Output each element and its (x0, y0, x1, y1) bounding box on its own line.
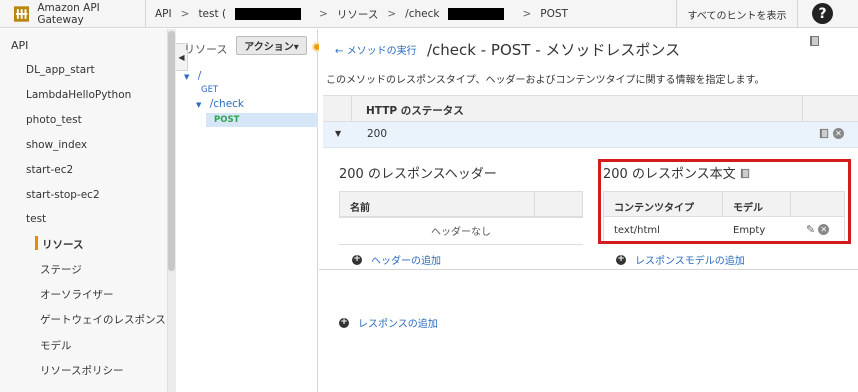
nav-api-item[interactable]: DL_app_start (26, 64, 95, 76)
nav-api-item[interactable]: start-ec2 (26, 164, 73, 176)
nav-sub-gateway-responses[interactable]: ゲートウェイのレスポンス (40, 312, 166, 327)
breadcrumb-post[interactable]: POST (540, 8, 568, 20)
breadcrumb-check-label: /check (405, 8, 440, 20)
api-gateway-logo-icon (14, 6, 30, 22)
back-link-label: メソッドの実行 (346, 46, 417, 57)
breadcrumb-separator: > (522, 8, 532, 20)
nav-api-item[interactable]: show_index (26, 139, 87, 151)
plus-icon: + (616, 254, 626, 265)
help-icon[interactable]: ? (812, 3, 833, 24)
caret-down-icon[interactable]: ▼ (335, 129, 341, 138)
documentation-book-icon[interactable] (809, 35, 821, 47)
add-response-link[interactable]: + レスポンスの追加 (339, 315, 438, 330)
nav-sub-stages[interactable]: ステージ (40, 262, 82, 277)
column-divider (802, 96, 803, 123)
delete-icon[interactable]: ✕ (833, 128, 844, 139)
breadcrumb-test[interactable]: test ( (198, 8, 310, 20)
page-description: このメソッドのレスポンスタイプ、ヘッダーおよびコンテンツタイプに関する情報を指定… (326, 75, 765, 86)
column-http-status: HTTP のステータス (366, 105, 464, 117)
plus-icon: + (339, 317, 349, 328)
left-navigation: API DL_app_start LambdaHelloPython photo… (0, 29, 168, 392)
row-divider (339, 244, 583, 245)
resource-tree-title: リソース (184, 43, 228, 56)
status-row-200[interactable]: ▼ 200 ✕ (323, 122, 858, 148)
no-headers-text: ヘッダーなし (431, 227, 491, 238)
caret-down-icon: ▼ (184, 73, 190, 81)
caret-down-icon: ▼ (196, 101, 202, 109)
top-bar: Amazon API Gateway API > test ( > リソース >… (0, 0, 858, 28)
tree-node-check[interactable]: ▼ /check (196, 98, 244, 110)
section-divider (319, 269, 858, 270)
nav-api-item[interactable]: LambdaHelloPython (26, 89, 131, 101)
response-headers-title: 200 のレスポンスヘッダー (339, 167, 497, 182)
breadcrumb-separator: > (180, 8, 190, 20)
breadcrumb-check[interactable]: /check (405, 8, 513, 20)
tree-node-root[interactable]: ▼ / (184, 70, 201, 82)
tree-method-post[interactable]: POST (214, 115, 239, 125)
redacted-block (235, 8, 302, 20)
row-actions: ✕ (819, 128, 844, 139)
show-hints-button[interactable]: すべてのヒントを表示 (676, 0, 798, 28)
add-response-model-link[interactable]: + レスポンスモデルの追加 (616, 252, 745, 267)
arrow-left-icon: ← (335, 46, 344, 57)
actions-dropdown[interactable]: アクション▾ (236, 36, 307, 55)
nav-sub-resource-policy[interactable]: リソースポリシー (40, 363, 123, 378)
breadcrumb-separator: > (319, 8, 328, 20)
tree-method-get[interactable]: GET (201, 85, 218, 95)
active-indicator (35, 236, 38, 250)
nav-sub-resources[interactable]: リソース (42, 237, 83, 252)
tree-root-label: / (197, 70, 202, 82)
add-header-link[interactable]: + ヘッダーの追加 (352, 252, 441, 267)
column-divider (351, 96, 352, 123)
add-header-label: ヘッダーの追加 (371, 256, 441, 267)
plus-icon: + (352, 254, 362, 265)
resource-tree-panel: ◀ リソース アクション▾ ▼ / GET ▼ /check POST (176, 29, 318, 392)
add-response-label: レスポンスの追加 (358, 319, 438, 330)
breadcrumb-resources[interactable]: リソース (337, 7, 378, 22)
status-code: 200 (367, 128, 388, 140)
nav-sub-authorizers[interactable]: オーソライザー (40, 287, 114, 302)
nav-api-item[interactable]: start-stop-ec2 (26, 189, 100, 201)
brand[interactable]: Amazon API Gateway (0, 0, 146, 28)
breadcrumb: API > test ( > リソース > /check > POST (155, 0, 577, 28)
nav-api-item[interactable]: photo_test (26, 114, 82, 126)
redacted-block (448, 8, 505, 20)
brand-name: Amazon API Gateway (37, 2, 100, 26)
status-table-header: HTTP のステータス (323, 95, 858, 123)
column-divider (534, 192, 535, 217)
column-name: 名前 (350, 203, 370, 214)
tree-check-label: /check (209, 98, 245, 110)
nav-sub-models[interactable]: モデル (40, 338, 72, 353)
response-headers-table: 名前 (339, 191, 583, 218)
breadcrumb-test-label: test ( (198, 8, 227, 20)
headers-table-header (340, 192, 582, 217)
page-title: /check - POST - メソッドレスポンス (427, 41, 681, 59)
breadcrumb-api[interactable]: API (155, 8, 172, 20)
nav-api-item[interactable]: test (26, 213, 46, 225)
documentation-book-icon[interactable] (819, 128, 830, 139)
add-response-model-label: レスポンスモデルの追加 (635, 256, 745, 267)
nav-api-header[interactable]: API (11, 39, 28, 52)
back-to-method-execution-link[interactable]: ← メソッドの実行 (335, 42, 417, 57)
breadcrumb-separator: > (387, 8, 397, 20)
left-nav-scroll-thumb[interactable] (168, 31, 175, 271)
highlight-frame (598, 159, 851, 244)
